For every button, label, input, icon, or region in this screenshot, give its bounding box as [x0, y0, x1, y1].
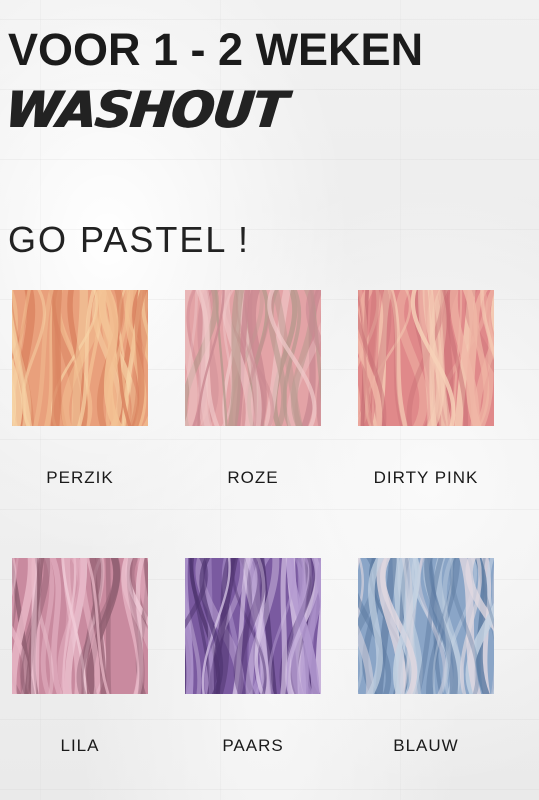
swatch-card-dirty-pink[interactable]: DIRTY PINK	[342, 290, 510, 487]
hair-swatch-image	[358, 558, 494, 694]
swatch-card-lila[interactable]: LILA	[0, 558, 164, 755]
swatch-grid: PERZIK ROZE DIRTY PINK LILA PAARS BLAUW	[0, 0, 539, 800]
hair-swatch-image	[185, 290, 321, 426]
hair-swatch-image	[185, 558, 321, 694]
swatch-label: BLAUW	[393, 736, 459, 755]
swatch-label: DIRTY PINK	[373, 468, 479, 487]
swatch-label: PERZIK	[46, 468, 114, 487]
hair-swatch-image	[358, 290, 494, 426]
hair-swatch-image	[12, 558, 148, 694]
swatch-card-paars[interactable]: PAARS	[169, 558, 337, 755]
swatch-label: PAARS	[222, 736, 284, 755]
swatch-card-perzik[interactable]: PERZIK	[0, 290, 164, 487]
swatch-label: ROZE	[227, 468, 279, 487]
swatch-card-roze[interactable]: ROZE	[169, 290, 337, 487]
swatch-card-blauw[interactable]: BLAUW	[342, 558, 510, 755]
hair-swatch-image	[12, 290, 148, 426]
swatch-label: LILA	[60, 736, 100, 755]
